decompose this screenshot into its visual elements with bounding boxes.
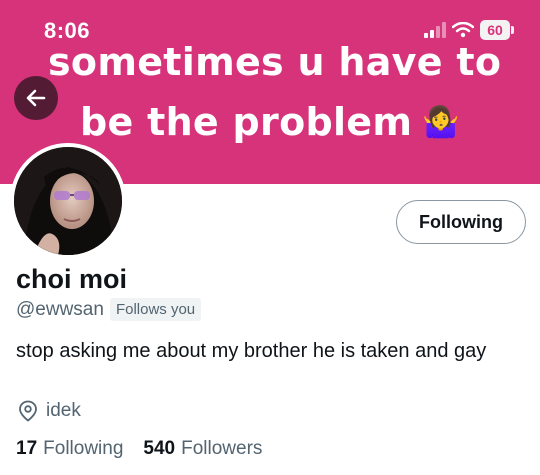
back-button[interactable] bbox=[14, 76, 58, 120]
following-stat[interactable]: 17 Following bbox=[16, 438, 123, 460]
wifi-icon bbox=[452, 22, 474, 38]
signal-icon bbox=[424, 22, 446, 38]
avatar-photo bbox=[14, 147, 122, 255]
arrow-left-icon bbox=[26, 89, 46, 107]
display-name: choi moi bbox=[16, 264, 128, 294]
username-handle: @ewwsan bbox=[16, 298, 104, 320]
handle-row: @ewwsan Follows you bbox=[16, 298, 202, 321]
followers-count: 540 bbox=[143, 438, 176, 459]
location-text: idek bbox=[46, 400, 81, 421]
shrug-emoji: 🤷‍♀️ bbox=[422, 104, 460, 140]
status-icons: 60 bbox=[424, 20, 514, 40]
banner-text-line2: be the problem bbox=[80, 100, 413, 144]
following-button[interactable]: Following bbox=[396, 200, 526, 244]
following-count: 17 bbox=[16, 438, 38, 459]
banner-text-line1: sometimes u have to bbox=[48, 40, 502, 84]
location-pin-icon bbox=[19, 400, 37, 422]
profile-bio: stop asking me about my brother he is ta… bbox=[16, 340, 487, 362]
followers-label: Followers bbox=[181, 438, 263, 459]
banner-text-line2-wrap: be the problem 🤷‍♀️ bbox=[80, 100, 460, 144]
avatar[interactable] bbox=[10, 143, 126, 259]
follows-you-badge: Follows you bbox=[109, 298, 202, 321]
following-label: Following bbox=[43, 438, 124, 459]
battery-indicator: 60 bbox=[480, 20, 514, 40]
followers-stat[interactable]: 540 Followers bbox=[143, 438, 262, 460]
follow-stats: 17 Following 540 Followers bbox=[16, 438, 262, 460]
location-row: idek bbox=[18, 400, 81, 422]
